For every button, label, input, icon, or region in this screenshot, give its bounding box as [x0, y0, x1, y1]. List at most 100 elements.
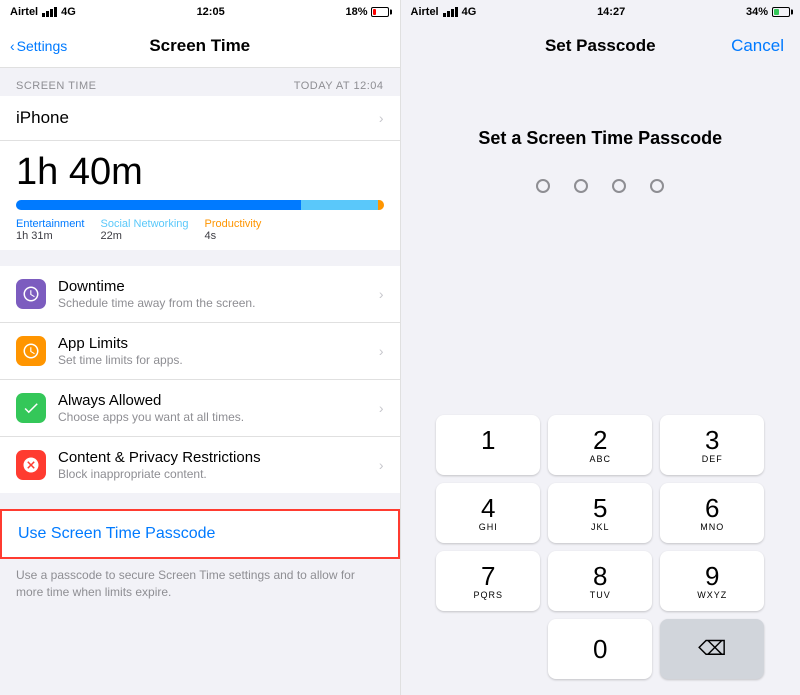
- key-empty: [436, 619, 540, 679]
- network-label: 4G: [61, 6, 76, 18]
- key-7[interactable]: 7 PQRS: [436, 551, 540, 611]
- left-time: 12:05: [197, 6, 225, 18]
- passcode-prompt-title: Set a Screen Time Passcode: [478, 128, 722, 149]
- content-privacy-icon: [16, 450, 46, 480]
- signal-bars: [42, 7, 57, 17]
- keypad-row-1: 1 2 ABC 3 DEF: [409, 415, 793, 475]
- right-signal-bar-4: [455, 7, 458, 17]
- right-status-bar: Airtel 4G 14:27 34%: [401, 0, 800, 24]
- passcode-dots: [536, 179, 664, 193]
- usage-bar-productivity: [378, 200, 383, 210]
- passcode-dot-4: [650, 179, 664, 193]
- downtime-text: Downtime Schedule time away from the scr…: [58, 278, 367, 310]
- right-time: 14:27: [597, 6, 625, 18]
- key-5[interactable]: 5 JKL: [548, 483, 652, 543]
- right-network-label: 4G: [462, 6, 477, 18]
- settings-item-app-limits[interactable]: App Limits Set time limits for apps. ›: [0, 323, 400, 380]
- downtime-icon: [16, 279, 46, 309]
- right-signal-bar-1: [443, 13, 446, 17]
- passcode-label: Use Screen Time Passcode: [18, 525, 215, 542]
- passcode-prompt-area: Set a Screen Time Passcode: [401, 68, 800, 407]
- app-limits-subtitle: Set time limits for apps.: [58, 353, 367, 367]
- right-panel: Airtel 4G 14:27 34% Set Passcode Cancel …: [401, 0, 800, 695]
- settings-item-content-privacy[interactable]: Content & Privacy Restrictions Block ina…: [0, 437, 400, 493]
- legend-social: Social Networking 22m: [100, 218, 188, 242]
- usage-bar-social: [301, 200, 379, 210]
- left-nav-title: Screen Time: [149, 36, 250, 56]
- iphone-label: iPhone: [16, 108, 69, 128]
- total-time: 1h 40m: [16, 151, 384, 194]
- right-nav-bar: Set Passcode Cancel: [401, 24, 800, 68]
- keypad-row-4: 0 ⌫: [409, 619, 793, 679]
- right-nav-title: Set Passcode: [545, 36, 656, 56]
- left-nav-bar: ‹ Settings Screen Time: [0, 24, 400, 68]
- legend-productivity-label: Productivity: [205, 218, 262, 230]
- iphone-chevron-icon: ›: [379, 110, 384, 126]
- right-battery-icon: [772, 7, 790, 17]
- always-allowed-text: Always Allowed Choose apps you want at a…: [58, 392, 367, 424]
- battery-fill: [373, 9, 376, 15]
- app-limits-icon: [16, 336, 46, 366]
- key-3[interactable]: 3 DEF: [660, 415, 764, 475]
- signal-bar-4: [54, 7, 57, 17]
- content-privacy-chevron-icon: ›: [379, 457, 384, 473]
- battery-icon: [371, 7, 389, 17]
- passcode-dot-1: [536, 179, 550, 193]
- time-display: 1h 40m Entertainment 1h 31m Social Netwo…: [0, 141, 400, 250]
- usage-legend: Entertainment 1h 31m Social Networking 2…: [16, 218, 384, 242]
- carrier-label: Airtel: [10, 6, 38, 18]
- right-status-right: 34%: [746, 6, 790, 18]
- right-carrier-label: Airtel: [411, 6, 439, 18]
- battery-percent: 18%: [345, 6, 367, 18]
- always-allowed-chevron-icon: ›: [379, 400, 384, 416]
- signal-bar-2: [46, 11, 49, 17]
- passcode-description: Use a passcode to secure Screen Time set…: [0, 559, 400, 613]
- left-status-left: Airtel 4G: [10, 6, 76, 18]
- content-privacy-subtitle: Block inappropriate content.: [58, 467, 367, 481]
- settings-item-always-allowed[interactable]: Always Allowed Choose apps you want at a…: [0, 380, 400, 437]
- left-status-bar: Airtel 4G 12:05 18%: [0, 0, 400, 24]
- passcode-dot-2: [574, 179, 588, 193]
- signal-bar-3: [50, 9, 53, 17]
- content-privacy-text: Content & Privacy Restrictions Block ina…: [58, 449, 367, 481]
- settings-list: Downtime Schedule time away from the scr…: [0, 266, 400, 493]
- key-4[interactable]: 4 GHI: [436, 483, 540, 543]
- legend-productivity-time: 4s: [205, 230, 262, 242]
- keypad-row-3: 7 PQRS 8 TUV 9 WXYZ: [409, 551, 793, 611]
- right-signal-bar-3: [451, 9, 454, 17]
- usage-bar: [16, 200, 384, 210]
- key-1[interactable]: 1: [436, 415, 540, 475]
- key-2[interactable]: 2 ABC: [548, 415, 652, 475]
- downtime-subtitle: Schedule time away from the screen.: [58, 296, 367, 310]
- key-0[interactable]: 0: [548, 619, 652, 679]
- back-chevron-icon: ‹: [10, 38, 15, 54]
- iphone-row[interactable]: iPhone ›: [0, 96, 400, 141]
- app-limits-chevron-icon: ›: [379, 343, 384, 359]
- back-button[interactable]: ‹ Settings: [10, 38, 67, 54]
- settings-item-downtime[interactable]: Downtime Schedule time away from the scr…: [0, 266, 400, 323]
- right-battery-fill: [774, 9, 779, 15]
- downtime-title: Downtime: [58, 278, 367, 295]
- app-limits-title: App Limits: [58, 335, 367, 352]
- legend-entertainment-label: Entertainment: [16, 218, 84, 230]
- left-status-right: 18%: [345, 6, 389, 18]
- legend-entertainment: Entertainment 1h 31m: [16, 218, 84, 242]
- legend-social-label: Social Networking: [100, 218, 188, 230]
- keypad-row-2: 4 GHI 5 JKL 6 MNO: [409, 483, 793, 543]
- key-8[interactable]: 8 TUV: [548, 551, 652, 611]
- key-delete[interactable]: ⌫: [660, 619, 764, 679]
- key-9[interactable]: 9 WXYZ: [660, 551, 764, 611]
- passcode-dot-3: [612, 179, 626, 193]
- keypad: 1 2 ABC 3 DEF 4 GHI 5 JKL 6 MN: [401, 407, 800, 695]
- section-header-date: Today at 12:04: [294, 80, 384, 92]
- legend-social-time: 22m: [100, 230, 188, 242]
- left-panel: Airtel 4G 12:05 18% ‹ Settings Screen Ti…: [0, 0, 400, 695]
- always-allowed-icon: [16, 393, 46, 423]
- delete-icon: ⌫: [698, 639, 726, 659]
- right-status-left: Airtel 4G: [411, 6, 477, 18]
- right-signal-bars: [443, 7, 458, 17]
- passcode-row[interactable]: Use Screen Time Passcode: [0, 509, 400, 559]
- right-battery-percent: 34%: [746, 6, 768, 18]
- key-6[interactable]: 6 MNO: [660, 483, 764, 543]
- cancel-button[interactable]: Cancel: [731, 36, 784, 56]
